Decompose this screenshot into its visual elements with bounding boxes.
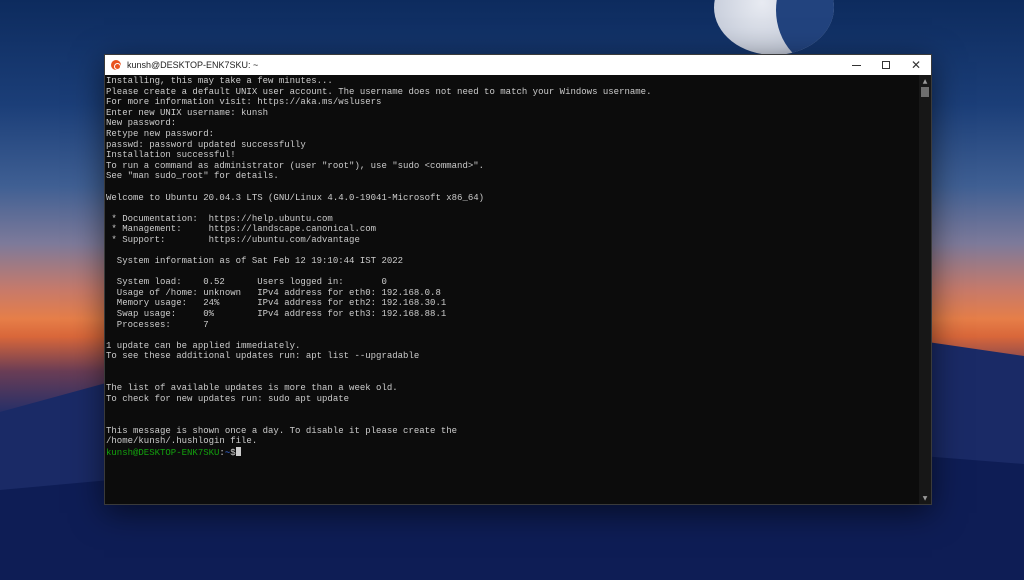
- terminal-line: To run a command as administrator (user …: [106, 160, 485, 171]
- terminal-line: System load: 0.52 Users logged in: 0: [106, 277, 387, 288]
- terminal-line: 1 update can be applied immediately.: [106, 340, 301, 351]
- terminal-line: Welcome to Ubuntu 20.04.3 LTS (GNU/Linux…: [106, 192, 485, 203]
- terminal-line: /home/kunsh/.hushlogin file.: [106, 436, 258, 447]
- minimize-button[interactable]: [841, 55, 871, 75]
- terminal-line: Memory usage: 24% IPv4 address for eth2:…: [106, 298, 447, 309]
- terminal-line: Installing, this may take a few minutes.…: [106, 76, 333, 86]
- terminal-line: Enter new UNIX username: kunsh: [106, 107, 269, 118]
- maximize-icon: [882, 61, 890, 69]
- terminal-line: Usage of /home: unknown IPv4 address for…: [106, 287, 441, 298]
- vertical-scrollbar[interactable]: ▲ ▼: [919, 75, 931, 504]
- prompt-line[interactable]: kunsh@DESKTOP-ENK7SKU:~$: [106, 446, 919, 458]
- terminal-line: For more information visit: https://aka.…: [106, 97, 382, 108]
- scroll-up-arrow-icon[interactable]: ▲: [919, 75, 931, 87]
- terminal-line: * Documentation: https://help.ubuntu.com: [106, 213, 333, 224]
- terminal-line: Swap usage: 0% IPv4 address for eth3: 19…: [106, 309, 447, 320]
- terminal-output[interactable]: Installing, this may take a few minutes.…: [105, 75, 919, 504]
- prompt-user-host: kunsh@DESKTOP-ENK7SKU: [106, 447, 220, 458]
- title-bar[interactable]: kunsh@DESKTOP-ENK7SKU: ~ ✕: [105, 55, 931, 75]
- maximize-button[interactable]: [871, 55, 901, 75]
- text-cursor: [235, 446, 241, 456]
- terminal-line: See "man sudo_root" for details.: [106, 171, 279, 182]
- terminal-window[interactable]: kunsh@DESKTOP-ENK7SKU: ~ ✕ Installing, t…: [104, 54, 932, 505]
- terminal-line: This message is shown once a day. To dis…: [106, 425, 458, 436]
- scrollbar-thumb[interactable]: [921, 87, 929, 97]
- terminal-line: To check for new updates run: sudo apt u…: [106, 393, 350, 404]
- terminal-line: The list of available updates is more th…: [106, 383, 398, 394]
- terminal-line: Installation successful!: [106, 150, 236, 161]
- terminal-line: Please create a default UNIX user accoun…: [106, 86, 652, 97]
- window-title: kunsh@DESKTOP-ENK7SKU: ~: [127, 60, 259, 70]
- terminal-line: To see these additional updates run: apt…: [106, 351, 420, 362]
- ubuntu-icon[interactable]: [111, 60, 121, 70]
- terminal-line: * Management: https://landscape.canonica…: [106, 224, 377, 235]
- minimize-icon: [851, 64, 861, 66]
- terminal-line: Retype new password:: [106, 128, 215, 139]
- terminal-line: * Support: https://ubuntu.com/advantage: [106, 234, 360, 245]
- desktop-moon: [714, 0, 834, 55]
- scroll-down-arrow-icon[interactable]: ▼: [919, 492, 931, 504]
- terminal-line: passwd: password updated successfully: [106, 139, 306, 150]
- close-icon: ✕: [910, 58, 922, 72]
- close-button[interactable]: ✕: [901, 55, 931, 75]
- terminal-line: New password:: [106, 118, 177, 129]
- terminal-line: Processes: 7: [106, 319, 209, 330]
- terminal-line: System information as of Sat Feb 12 19:1…: [106, 256, 404, 267]
